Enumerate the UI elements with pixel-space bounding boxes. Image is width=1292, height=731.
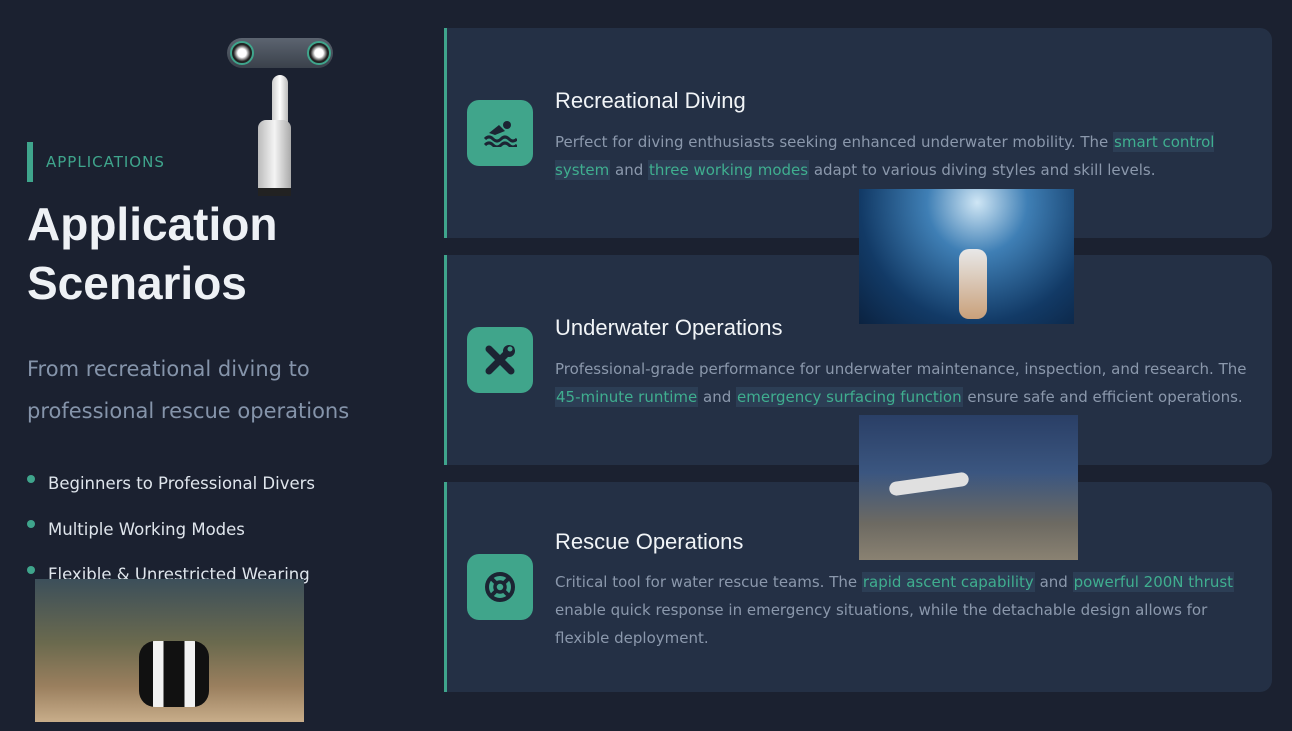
feature-list: Beginners to Professional Divers Multipl… <box>27 461 315 598</box>
bullet-text: Beginners to Professional Divers <box>48 474 316 494</box>
page-title: Application Scenarios <box>27 195 277 313</box>
bullet-icon <box>27 520 35 529</box>
text: and <box>698 388 737 406</box>
bullet-icon <box>27 565 35 574</box>
highlight: rapid ascent capability <box>861 572 1035 592</box>
list-item: Multiple Working Modes <box>27 507 315 553</box>
highlight: emergency surfacing function <box>736 387 963 407</box>
section-eyebrow: APPLICATIONS <box>46 153 165 171</box>
highlight: three working modes <box>648 160 810 180</box>
bullet-text: Multiple Working Modes <box>48 519 245 539</box>
tools-icon <box>467 327 533 393</box>
card-underwater-operations: Underwater Operations Professional-grade… <box>444 255 1272 465</box>
text: enable quick response in emergency situa… <box>555 601 1208 647</box>
card-title: Recreational Diving <box>555 88 746 113</box>
subtitle: From recreational diving to professional… <box>27 357 350 423</box>
product-image <box>225 38 335 198</box>
card-title: Underwater Operations <box>555 315 783 340</box>
divers-photo-seabed <box>859 415 1078 560</box>
accent-bar <box>27 142 33 182</box>
card-recreational-diving: Recreational Diving Perfect for diving e… <box>444 28 1272 238</box>
title-line-1: Application <box>27 198 278 250</box>
text: Professional-grade performance for under… <box>555 360 1247 378</box>
text: ensure safe and efficient operations. <box>962 388 1243 406</box>
card-description: Perfect for diving enthusiasts seeking e… <box>555 128 1255 184</box>
highlight: 45-minute runtime <box>555 387 699 407</box>
card-description: Professional-grade performance for under… <box>555 355 1255 411</box>
bullet-icon <box>27 474 35 483</box>
text: adapt to various diving styles and skill… <box>809 161 1156 179</box>
text: Critical tool for water rescue teams. Th… <box>555 573 862 591</box>
text: and <box>1034 573 1073 591</box>
life-ring-icon <box>467 554 533 620</box>
card-rescue-operations: Rescue Operations Critical tool for wate… <box>444 482 1272 692</box>
text: and <box>610 161 648 179</box>
text: Perfect for diving enthusiasts seeking e… <box>555 133 1114 151</box>
title-line-2: Scenarios <box>27 257 247 309</box>
diver-photo-aquarium <box>859 189 1074 324</box>
product-photo-fish-tank <box>35 579 304 722</box>
swimmer-icon <box>467 100 533 166</box>
list-item: Beginners to Professional Divers <box>27 461 315 507</box>
card-description: Critical tool for water rescue teams. Th… <box>555 568 1255 652</box>
highlight: powerful 200N thrust <box>1072 572 1235 592</box>
card-title: Rescue Operations <box>555 529 744 554</box>
